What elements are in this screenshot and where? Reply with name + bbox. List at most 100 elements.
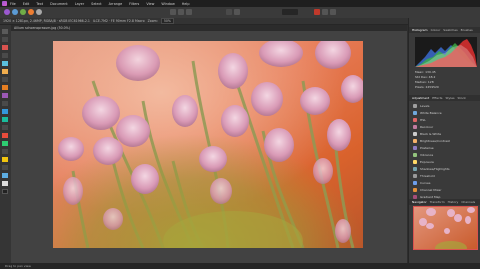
- tab-history[interactable]: History: [448, 200, 459, 204]
- camera-info: ILCE-7M2 · FE 90mm F2.8 Macro: [92, 19, 145, 23]
- zoom-field[interactable]: 50%: [160, 18, 174, 24]
- adjustment-item[interactable]: Recolour: [413, 123, 477, 130]
- photo-image[interactable]: [53, 41, 363, 248]
- move-tool-icon[interactable]: [2, 45, 8, 50]
- record-icon[interactable]: [314, 9, 320, 15]
- zoom-label: Zoom:: [147, 19, 158, 23]
- liquify-persona-icon[interactable]: [12, 9, 18, 15]
- menu-arrange[interactable]: Arrange: [109, 2, 123, 6]
- menu-bar: File Edit Text Document Layer Select Arr…: [0, 0, 480, 7]
- menu-select[interactable]: Select: [91, 2, 101, 6]
- channel-mixer-icon: [413, 187, 417, 192]
- export-persona-icon[interactable]: [36, 9, 42, 15]
- menu-window[interactable]: Window: [161, 2, 174, 6]
- adjustment-item[interactable]: Brightness/Contrast: [413, 137, 477, 144]
- menu-filters[interactable]: Filters: [129, 2, 139, 6]
- assistant-icon[interactable]: [322, 9, 328, 15]
- menu-edit[interactable]: Edit: [23, 2, 30, 6]
- menu-layer[interactable]: Layer: [75, 2, 84, 6]
- adjustment-label: Recolour: [420, 124, 434, 129]
- tab-styles[interactable]: Styles: [445, 96, 454, 100]
- paint-brush-icon[interactable]: [2, 85, 8, 90]
- clone-brush-icon[interactable]: [2, 133, 8, 138]
- menu-file[interactable]: File: [10, 2, 16, 6]
- posterise-icon: [413, 145, 417, 150]
- flood-fill-icon[interactable]: [2, 109, 8, 114]
- marquee-tool-icon[interactable]: [2, 77, 8, 82]
- adjustment-label: Exposure: [420, 159, 434, 164]
- adjustment-item[interactable]: Shadows/Highlights: [413, 165, 477, 172]
- shape-tool-icon[interactable]: [2, 165, 8, 170]
- tab-histogram[interactable]: Histogram: [412, 28, 428, 32]
- quick-mask-icon[interactable]: [170, 9, 176, 15]
- background-colour-swatch[interactable]: [2, 189, 8, 194]
- tab-adjustment[interactable]: Adjustment: [412, 96, 429, 100]
- adjustment-item[interactable]: Channel Mixer: [413, 186, 477, 193]
- curves-icon: [413, 180, 417, 185]
- text-tool-icon[interactable]: [2, 173, 8, 178]
- pen-tool-icon[interactable]: [2, 157, 8, 162]
- dodge-brush-icon[interactable]: [2, 125, 8, 130]
- flood-select-icon[interactable]: [2, 69, 8, 74]
- brightness-contrast-icon: [413, 138, 417, 143]
- status-bar: Drag to pan view.: [0, 263, 480, 269]
- adjustment-label: White Balance: [420, 110, 442, 115]
- document-title: Allium schoenoprasum.jpg (50.0%): [14, 26, 70, 30]
- adjustment-item[interactable]: Threshold: [413, 172, 477, 179]
- document-info: 1920 × 1281px, 2.46MP, RGBA/8 · sRGB IEC…: [3, 19, 90, 23]
- menu-help[interactable]: Help: [182, 2, 190, 6]
- shadows-highlights-icon: [413, 166, 417, 171]
- hsl-icon: [413, 117, 417, 122]
- develop-persona-icon[interactable]: [20, 9, 26, 15]
- photo-persona-icon[interactable]: [4, 9, 10, 15]
- colour-replacement-icon[interactable]: [2, 93, 8, 98]
- levels-icon: [413, 103, 417, 108]
- histogram-mean: Mean: 130.45: [415, 70, 436, 74]
- rotate-icon[interactable]: [234, 9, 240, 15]
- adjustment-label: Gradient Map: [420, 194, 441, 199]
- tab-navigator[interactable]: Navigator: [412, 200, 427, 204]
- crop-tool-icon[interactable]: [2, 53, 8, 58]
- adjustment-label: Channel Mixer: [420, 187, 442, 192]
- menu-text[interactable]: Text: [36, 2, 43, 6]
- snapping-icon[interactable]: [226, 9, 232, 15]
- app-logo-icon: [2, 1, 7, 6]
- zoom-tool-icon[interactable]: [2, 37, 8, 42]
- tab-effects[interactable]: Effects: [432, 96, 442, 100]
- histogram-graph: [415, 37, 477, 67]
- selection-brush-icon[interactable]: [2, 61, 8, 66]
- gradient-tool-icon[interactable]: [2, 117, 8, 122]
- tab-stock[interactable]: Stock: [458, 96, 466, 100]
- transform-icon[interactable]: [186, 9, 192, 15]
- healing-brush-icon[interactable]: [2, 141, 8, 146]
- adjustment-item[interactable]: HSL: [413, 116, 477, 123]
- zoom-control[interactable]: [282, 9, 298, 15]
- tab-swatches[interactable]: Swatches: [443, 28, 457, 32]
- red-eye-tool-icon[interactable]: [2, 149, 8, 154]
- navigator-thumbnail[interactable]: [413, 206, 478, 250]
- adjustment-item[interactable]: Black & White: [413, 130, 477, 137]
- black-white-icon: [413, 131, 417, 136]
- erase-brush-icon[interactable]: [2, 101, 8, 106]
- adjustment-item[interactable]: White Balance: [413, 109, 477, 116]
- adjustment-item[interactable]: Posterise: [413, 144, 477, 151]
- adjustment-item[interactable]: Exposure: [413, 158, 477, 165]
- menu-document[interactable]: Document: [50, 2, 68, 6]
- adjustment-label: Posterise: [420, 145, 434, 150]
- refine-selection-icon[interactable]: [178, 9, 184, 15]
- adjustment-item[interactable]: Vibrance: [413, 151, 477, 158]
- tab-colour[interactable]: Colour: [431, 28, 441, 32]
- tab-transform[interactable]: Transform: [430, 200, 445, 204]
- tab-brushes[interactable]: Brushes: [461, 28, 473, 32]
- tab-channels[interactable]: Channels: [461, 200, 475, 204]
- view-tool-icon[interactable]: [2, 29, 8, 34]
- adjustment-item[interactable]: Curves: [413, 179, 477, 186]
- menu-view[interactable]: View: [146, 2, 154, 6]
- adjustment-label: Brightness/Contrast: [420, 138, 450, 143]
- histogram-panel-tabs: Histogram Colour Swatches Brushes: [409, 27, 480, 33]
- foreground-colour-swatch[interactable]: [2, 181, 8, 186]
- tone-mapping-persona-icon[interactable]: [28, 9, 34, 15]
- adjustment-item[interactable]: Levels: [413, 102, 477, 109]
- arrange-icon[interactable]: [330, 9, 336, 15]
- exposure-icon: [413, 159, 417, 164]
